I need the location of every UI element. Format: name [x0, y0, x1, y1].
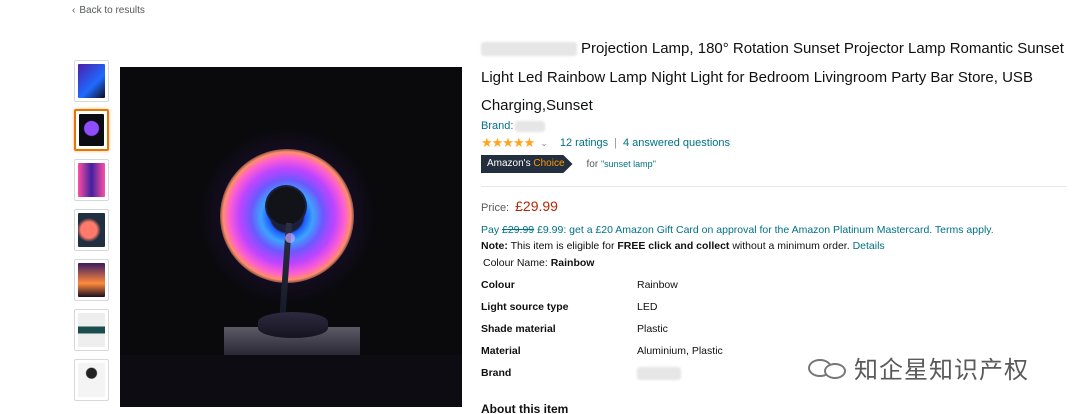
spec-row-shade-material: Shade material Plastic — [481, 323, 668, 335]
main-product-image[interactable] — [120, 67, 462, 407]
back-to-results-link[interactable]: ‹ Back to results — [72, 5, 145, 16]
thumbnail-7[interactable] — [74, 359, 109, 401]
thumbnail-6[interactable] — [74, 309, 109, 351]
old-price: £29.99 — [502, 224, 535, 236]
amazons-choice-badge: Amazon's Choice — [481, 155, 573, 173]
choice-keyword-link[interactable]: "sunset lamp" — [601, 159, 656, 169]
star-rating-icon[interactable]: ★★★★★ — [481, 135, 535, 151]
spec-row-light-source: Light source type LED — [481, 301, 658, 313]
redacted-brand-value — [637, 367, 681, 380]
chevron-left-icon: ‹ — [72, 5, 76, 16]
wechat-icon — [808, 355, 848, 381]
lamp-head — [267, 187, 305, 225]
spec-row-colour: Colour Rainbow — [481, 279, 678, 291]
divider — [481, 186, 1067, 187]
watermark-text: 知企星知识产权 — [854, 356, 1029, 384]
answered-questions-link[interactable]: 4 answered questions — [623, 137, 730, 149]
amazons-choice-row: Amazon's Choice for "sunset lamp" — [481, 155, 656, 173]
spec-row-brand: Brand — [481, 367, 781, 381]
lamp-base — [258, 312, 328, 338]
about-this-item-heading: About this item — [481, 402, 569, 414]
thumbnail-3[interactable] — [74, 159, 109, 201]
ratings-row: ★★★★★ ⌄ 12 ratings | 4 answered question… — [481, 135, 730, 151]
offer-price: £9.99 — [537, 224, 564, 236]
redacted-brand-name — [481, 42, 577, 57]
colour-value: Rainbow — [550, 257, 595, 269]
details-link[interactable]: Details — [853, 240, 885, 252]
thumbnail-1[interactable] — [74, 60, 109, 102]
thumbnail-5[interactable] — [74, 259, 109, 301]
spec-row-material: Material Aluminium, Plastic — [481, 345, 723, 357]
colour-name: Colour Name: Rainbow — [483, 257, 595, 269]
price-value: £29.99 — [515, 198, 558, 214]
brand-link[interactable]: Brand: — [481, 120, 546, 132]
price-label: Price: — [481, 202, 510, 214]
price-row: Price: £29.99 — [481, 198, 558, 214]
watermark: 知企星知识产权 — [808, 350, 1029, 385]
redacted-brand — [515, 120, 546, 132]
click-collect-note: Note: This item is eligible for FREE cli… — [481, 240, 885, 252]
credit-card-offer-link[interactable]: Pay £29.99 £9.99: get a £20 Amazon Gift … — [481, 224, 994, 236]
ratings-link[interactable]: 12 ratings — [560, 137, 608, 149]
thumbnail-4[interactable] — [74, 209, 109, 251]
back-label: Back to results — [79, 5, 145, 16]
chevron-down-icon[interactable]: ⌄ — [540, 138, 548, 149]
separator: | — [614, 137, 617, 149]
product-title: Projection Lamp, 180° Rotation Sunset Pr… — [481, 40, 1064, 114]
thumbnail-2[interactable] — [74, 109, 109, 151]
